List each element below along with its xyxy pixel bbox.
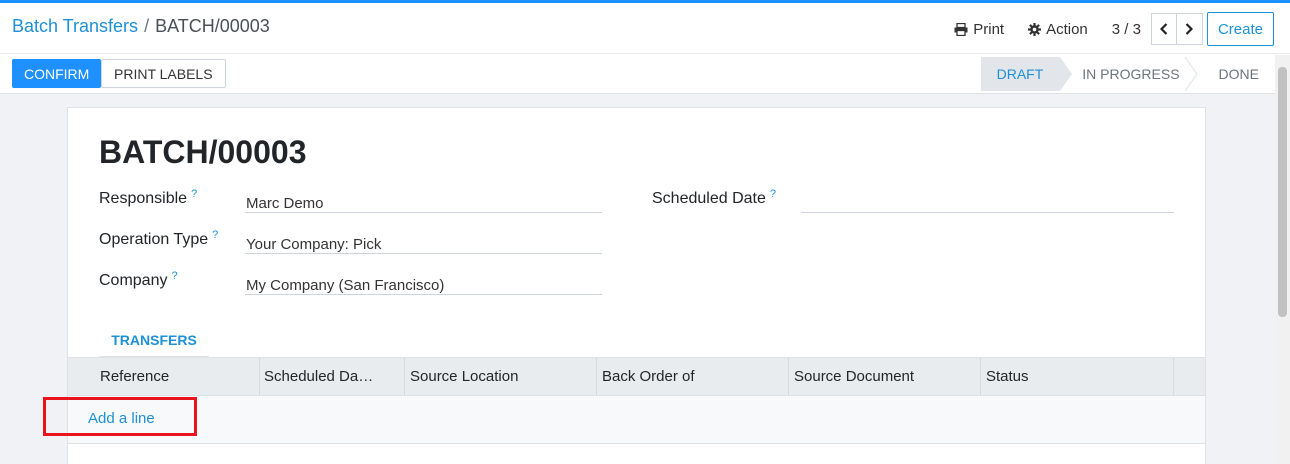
- print-menu-label: Print: [973, 20, 1005, 38]
- stage-separator: [1184, 57, 1198, 91]
- transfers-table-header: Reference Scheduled Da… Source Location …: [68, 357, 1205, 396]
- responsible-help-icon[interactable]: ?: [191, 188, 197, 200]
- gear-icon: [1028, 22, 1042, 36]
- stage-done-label: DONE: [1218, 66, 1259, 82]
- form-sheet: BATCH/00003 Responsible? Marc Demo Opera…: [67, 107, 1206, 464]
- action-menu-label: Action: [1046, 20, 1088, 38]
- column-scheduled-date[interactable]: Scheduled Da…: [258, 358, 405, 395]
- chevron-left-icon: [1159, 23, 1168, 35]
- operation-type-label: Operation Type?: [99, 229, 219, 248]
- scheduled-date-field[interactable]: [801, 185, 1174, 213]
- print-menu-button[interactable]: Print: [954, 21, 1004, 38]
- scheduled-date-help-icon[interactable]: ?: [770, 188, 776, 200]
- operation-type-help-icon[interactable]: ?: [212, 229, 218, 241]
- responsible-field[interactable]: Marc Demo: [245, 185, 602, 213]
- confirm-button[interactable]: CONFIRM: [12, 59, 102, 88]
- company-field[interactable]: My Company (San Francisco): [245, 267, 602, 295]
- responsible-label: Responsible?: [99, 188, 198, 207]
- pager-previous-button[interactable]: [1150, 13, 1177, 45]
- stage-draft[interactable]: DRAFT: [980, 57, 1073, 91]
- action-menu-button[interactable]: Action: [1028, 21, 1088, 38]
- column-back-order-of[interactable]: Back Order of: [596, 358, 789, 395]
- breadcrumb: Batch Transfers / BATCH/00003: [12, 16, 270, 37]
- company-label: Company?: [99, 270, 178, 289]
- breadcrumb-current: BATCH/00003: [155, 16, 270, 36]
- pager-next-button[interactable]: [1176, 13, 1203, 45]
- chevron-right-icon: [1186, 23, 1194, 35]
- column-status[interactable]: Status: [980, 358, 1174, 395]
- stage-draft-label: DRAFT: [996, 66, 1044, 82]
- operation-type-field[interactable]: Your Company: Pick: [245, 226, 602, 254]
- control-panel-bottom: CONFIRM PRINT LABELS DRAFT IN PROGRESS D…: [0, 57, 1290, 91]
- record-title: BATCH/00003: [99, 134, 307, 170]
- add-a-line-link[interactable]: Add a line: [88, 410, 155, 427]
- create-button[interactable]: Create: [1206, 12, 1274, 46]
- breadcrumb-separator: /: [144, 16, 150, 36]
- scheduled-date-label: Scheduled Date?: [652, 188, 776, 207]
- printer-icon: [954, 22, 968, 36]
- scrollbar[interactable]: [1275, 55, 1290, 464]
- pager-value[interactable]: 3 / 3: [1112, 21, 1141, 38]
- control-panel-actions: Print Action 3 / 3 Create: [954, 12, 1274, 46]
- column-reference[interactable]: Reference: [94, 358, 260, 395]
- column-source-document[interactable]: Source Document: [788, 358, 981, 395]
- control-panel: Batch Transfers / BATCH/00003 Print Acti…: [0, 3, 1290, 94]
- print-labels-button[interactable]: PRINT LABELS: [101, 59, 226, 88]
- breadcrumb-batch-transfers-link[interactable]: Batch Transfers: [12, 16, 138, 36]
- stage-in-progress[interactable]: IN PROGRESS: [1060, 57, 1198, 91]
- company-help-icon[interactable]: ?: [171, 270, 177, 282]
- status-bar: DRAFT IN PROGRESS DONE: [980, 57, 1276, 91]
- scrollbar-thumb[interactable]: [1278, 67, 1287, 317]
- control-panel-top: Batch Transfers / BATCH/00003 Print Acti…: [0, 3, 1290, 54]
- column-source-location[interactable]: Source Location: [404, 358, 597, 395]
- stage-done[interactable]: DONE: [1197, 57, 1276, 91]
- stage-in-progress-label: IN PROGRESS: [1082, 66, 1180, 82]
- tab-transfers[interactable]: TRANSFERS: [99, 328, 209, 358]
- transfers-table-body: Add a line: [68, 396, 1205, 444]
